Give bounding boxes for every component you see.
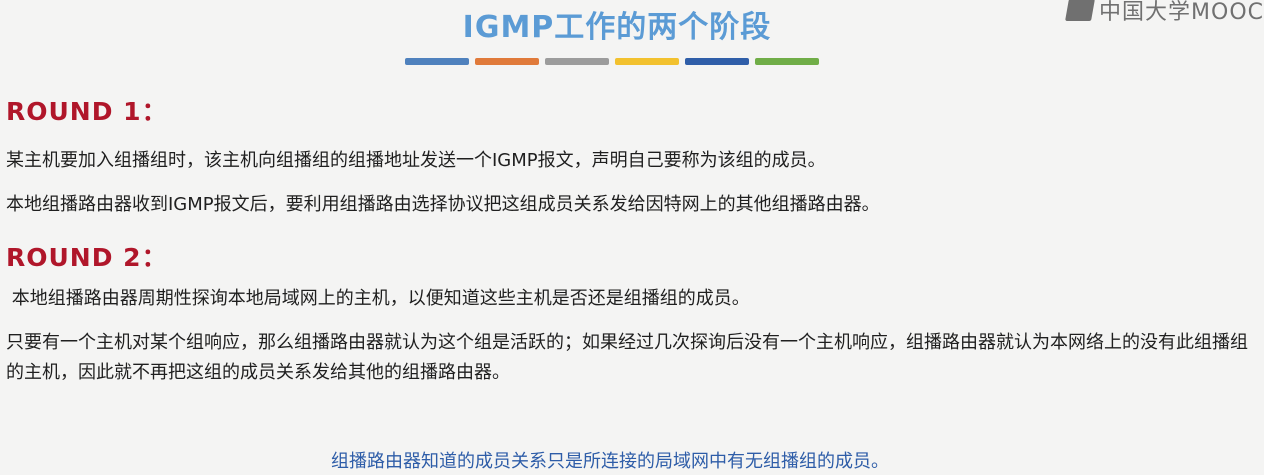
- accent-bar-blue: [405, 58, 469, 65]
- slide-title: IGMP工作的两个阶段: [462, 10, 772, 45]
- accent-bar-orange: [475, 58, 539, 65]
- summary-note: 组播路由器知道的成员关系只是所连接的局域网中有无组播组的成员。: [331, 451, 889, 472]
- round-1-paragraph-1: 某主机要加入组播组时，该主机向组播组的组播地址发送一个IGMP报文，声明自己要称…: [6, 150, 826, 171]
- accent-bar-green: [755, 58, 819, 65]
- round-1-paragraph-2: 本地组播路由器收到IGMP报文后，要利用组播路由选择协议把这组成员关系发给因特网…: [6, 194, 880, 215]
- round-2-heading: ROUND 2：: [6, 243, 168, 272]
- round-2-paragraph-2: 只要有一个主机对某个组响应，那么组播路由器就认为这个组是活跃的；如果经过几次探询…: [6, 332, 1248, 383]
- accent-bar-yellow: [615, 58, 679, 65]
- accent-bar-gray: [545, 58, 609, 65]
- title-accent-bars: [405, 58, 819, 65]
- accent-bar-darkblue: [685, 58, 749, 65]
- round-2-paragraph-1: 本地组播路由器周期性探询本地局域网上的主机，以便知道这些主机是否还是组播组的成员…: [6, 288, 750, 309]
- round-1-heading: ROUND 1：: [6, 97, 168, 126]
